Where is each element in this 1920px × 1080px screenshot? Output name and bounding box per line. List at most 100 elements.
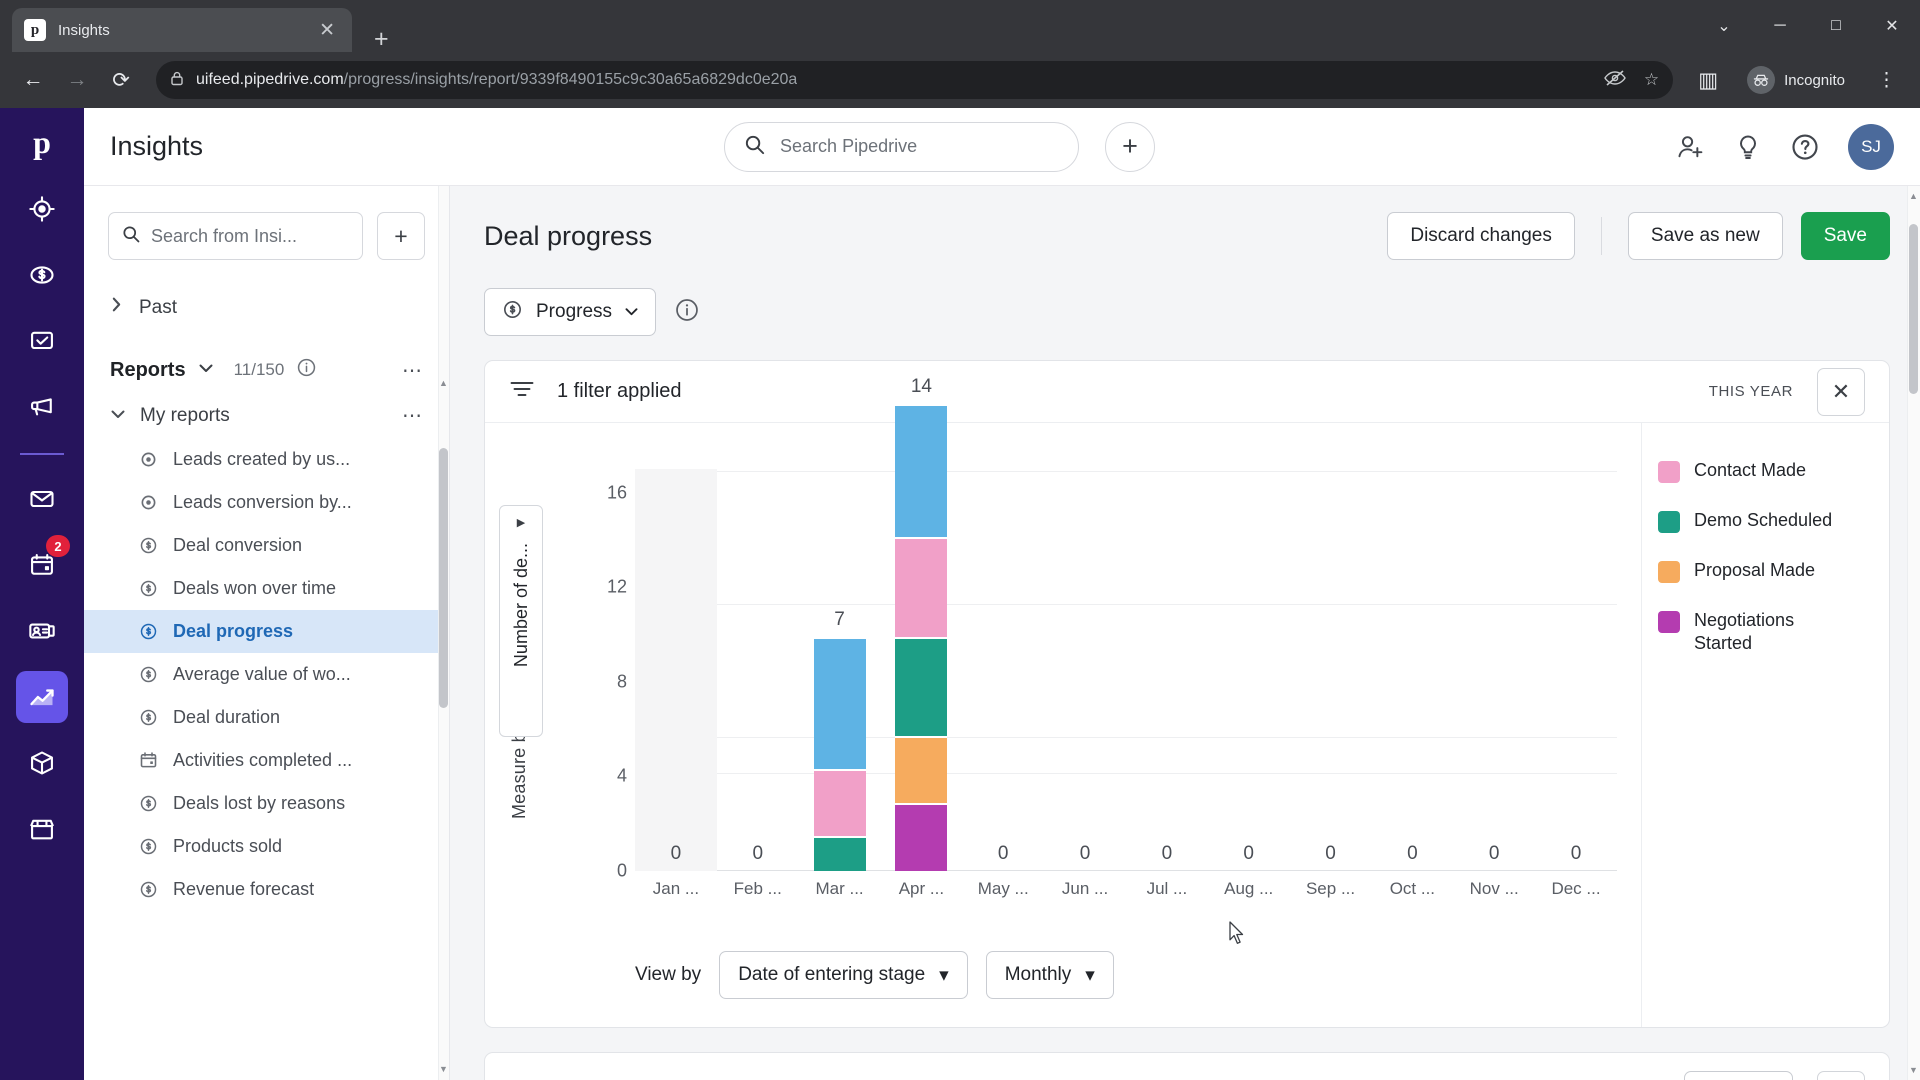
bar-segment-demo-scheduled-mar[interactable] (813, 837, 866, 871)
incognito-profile-button[interactable]: Incognito (1741, 62, 1859, 98)
bar-column-mar[interactable]: 7 (799, 469, 881, 871)
sidebar-group-my-reports[interactable]: My reports ⋯ (84, 393, 449, 438)
save-button[interactable]: Save (1800, 212, 1890, 260)
maximize-icon[interactable]: □ (1808, 0, 1864, 52)
bar-segment-demo-scheduled-apr[interactable] (895, 638, 948, 739)
report-info-icon[interactable] (674, 297, 700, 328)
close-window-icon[interactable]: ✕ (1864, 0, 1920, 52)
report-item-deals-won-over-time[interactable]: Deals won over time (84, 567, 449, 610)
tab-deals[interactable]: Deals (509, 1070, 582, 1080)
bar-column-nov[interactable]: 0 (1453, 469, 1535, 871)
nav-insights[interactable] (16, 671, 68, 723)
nav-calendar[interactable]: 2 (16, 535, 70, 591)
main-scrollbar-thumb[interactable] (1909, 224, 1918, 394)
report-item-deal-progress[interactable]: Deal progress (84, 610, 449, 653)
minimize-icon[interactable]: ─ (1752, 0, 1808, 52)
bar-column-aug[interactable]: 0 (1208, 469, 1290, 871)
reports-more-icon[interactable]: ⋯ (402, 358, 423, 383)
bookmark-star-icon[interactable]: ☆ (1644, 70, 1659, 90)
legend-item-negotiations-started[interactable]: Negotiations Started (1658, 609, 1889, 656)
bar-segment-deal-created-mar[interactable] (813, 638, 866, 772)
tracking-protection-icon[interactable] (1604, 69, 1626, 92)
bar-column-jun[interactable]: 0 (1044, 469, 1126, 871)
save-as-new-button[interactable]: Save as new (1627, 212, 1783, 260)
reports-info-icon[interactable] (296, 357, 317, 383)
legend-item-contact-made[interactable]: Contact Made (1658, 459, 1889, 483)
filter-icon[interactable] (509, 378, 535, 405)
discard-changes-button[interactable]: Discard changes (1387, 212, 1575, 260)
y-dimension-selector[interactable]: ▶ Number of de... (499, 505, 543, 737)
sidebar-scroll-up-icon[interactable]: ▲ (438, 376, 449, 390)
lightbulb-icon[interactable] (1734, 133, 1762, 161)
side-panel-icon[interactable]: ▥ (1689, 61, 1727, 99)
browser-tab[interactable]: p Insights ✕ (12, 8, 352, 52)
new-tab-icon[interactable]: + (374, 27, 389, 52)
nav-campaigns[interactable] (16, 381, 68, 433)
global-search-input[interactable]: Search Pipedrive (724, 121, 1080, 172)
address-bar[interactable]: uifeed.pipedrive.com/progress/insights/r… (156, 61, 1674, 99)
bar-column-feb[interactable]: 0 (717, 469, 799, 871)
bar-segment-negotiations-started-apr[interactable] (895, 804, 948, 871)
nav-activities[interactable] (16, 315, 68, 367)
reload-icon[interactable]: ⟳ (102, 61, 140, 99)
nav-contacts[interactable] (16, 605, 68, 657)
user-avatar[interactable]: SJ (1848, 123, 1894, 170)
main-scroll-up-icon[interactable]: ▲ (1907, 188, 1920, 204)
nav-mail[interactable] (16, 473, 68, 525)
sidebar-search-input[interactable]: Search from Insi... (108, 212, 363, 260)
bar-column-apr[interactable]: 14 (880, 376, 962, 871)
back-icon[interactable]: ← (14, 61, 52, 99)
pipedrive-logo[interactable]: p (33, 124, 51, 161)
granularity-select[interactable]: Monthly ▾ (985, 951, 1114, 999)
nav-products[interactable] (16, 737, 68, 789)
bar-column-jul[interactable]: 0 (1126, 469, 1208, 871)
bar-total-apr: 14 (910, 376, 932, 398)
add-new-button[interactable]: + (1105, 121, 1156, 172)
invite-user-icon[interactable] (1676, 132, 1706, 162)
main-scroll-down-icon[interactable]: ▼ (1907, 1062, 1920, 1078)
report-item-deal-conversion[interactable]: Deal conversion (84, 524, 449, 567)
tab-summary[interactable]: Summary (606, 1072, 712, 1080)
bar-segment-deal-created-apr[interactable] (895, 406, 948, 540)
report-item-deals-lost-by-reasons[interactable]: Deals lost by reasons (84, 782, 449, 825)
legend-swatch (1658, 611, 1680, 633)
bar-column-jan[interactable]: 0 (635, 469, 717, 871)
report-item-products-sold[interactable]: Products sold (84, 825, 449, 868)
export-button[interactable]: Export (1684, 1071, 1793, 1080)
legend-item-demo-scheduled[interactable]: Demo Scheduled (1658, 509, 1889, 533)
close-filter-icon[interactable]: ✕ (1817, 367, 1865, 416)
sidebar-section-past[interactable]: Past (84, 274, 449, 341)
y-tick-8: 8 (616, 671, 627, 692)
chevron-down-icon[interactable] (198, 361, 214, 379)
bar-column-may[interactable]: 0 (962, 469, 1044, 871)
report-item-average-value[interactable]: Average value of wo... (84, 653, 449, 696)
close-deals-panel-icon[interactable]: ✕ (1817, 1071, 1865, 1080)
tab-search-chevron-icon[interactable]: ⌄ (1696, 0, 1752, 52)
report-item-leads-conversion[interactable]: Leads conversion by... (84, 481, 449, 524)
bar-segment-contact-made-apr[interactable] (895, 539, 948, 639)
forward-icon[interactable]: → (58, 61, 96, 99)
sidebar-scrollbar-thumb[interactable] (439, 448, 448, 708)
report-item-leads-created[interactable]: Leads created by us... (84, 438, 449, 481)
report-item-activities-completed[interactable]: Activities completed ... (84, 739, 449, 782)
nav-deals[interactable] (16, 249, 68, 301)
bar-segment-proposal-made-apr[interactable] (895, 738, 948, 805)
bar-column-dec[interactable]: 0 (1535, 469, 1617, 871)
bar-column-sep[interactable]: 0 (1290, 469, 1372, 871)
bar-column-oct[interactable]: 0 (1371, 469, 1453, 871)
legend-item-proposal-made[interactable]: Proposal Made (1658, 559, 1889, 583)
help-icon[interactable] (1790, 132, 1820, 162)
report-item-revenue-forecast[interactable]: Revenue forecast (84, 868, 449, 911)
progress-type-select[interactable]: Progress (484, 288, 657, 336)
browser-menu-icon[interactable]: ⋮ (1867, 71, 1906, 90)
sidebar-scroll-down-icon[interactable]: ▼ (438, 1062, 449, 1076)
report-item-deal-duration[interactable]: Deal duration (84, 696, 449, 739)
date-range-label[interactable]: THIS YEAR (1709, 383, 1793, 400)
my-reports-more-icon[interactable]: ⋯ (402, 403, 423, 428)
view-by-select[interactable]: Date of entering stage ▾ (719, 951, 968, 999)
bar-segment-contact-made-mar[interactable] (813, 771, 866, 838)
close-tab-icon[interactable]: ✕ (314, 21, 340, 40)
nav-leads[interactable] (16, 183, 68, 235)
nav-marketplace[interactable] (16, 803, 68, 855)
add-report-button[interactable]: + (377, 212, 425, 260)
